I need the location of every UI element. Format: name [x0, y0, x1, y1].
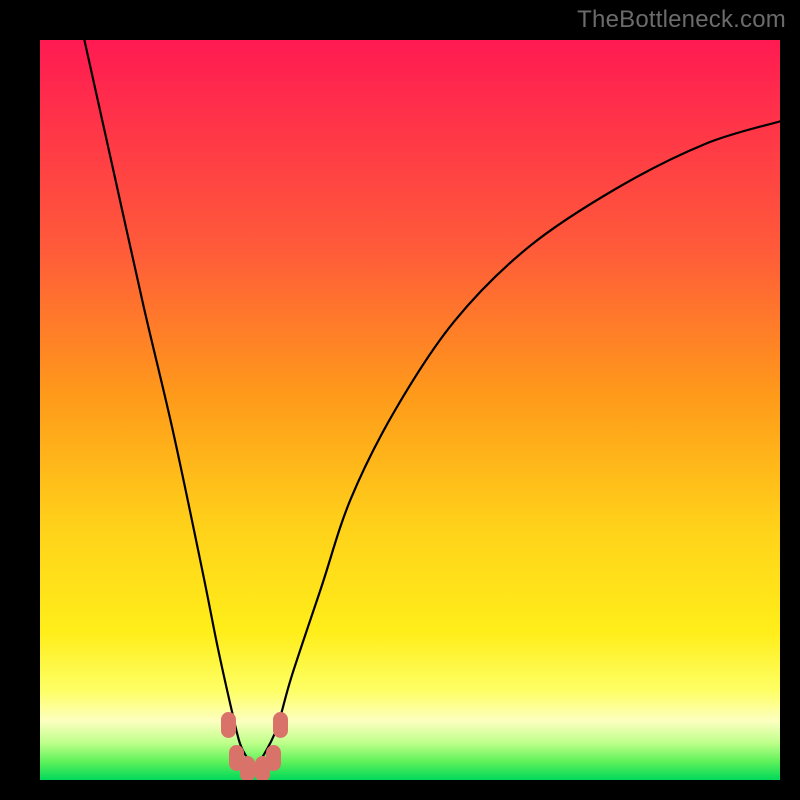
- background-gradient: [40, 40, 780, 780]
- watermark-text: TheBottleneck.com: [577, 6, 786, 34]
- chart-frame: TheBottleneck.com: [0, 0, 800, 800]
- plot-area: [40, 40, 780, 780]
